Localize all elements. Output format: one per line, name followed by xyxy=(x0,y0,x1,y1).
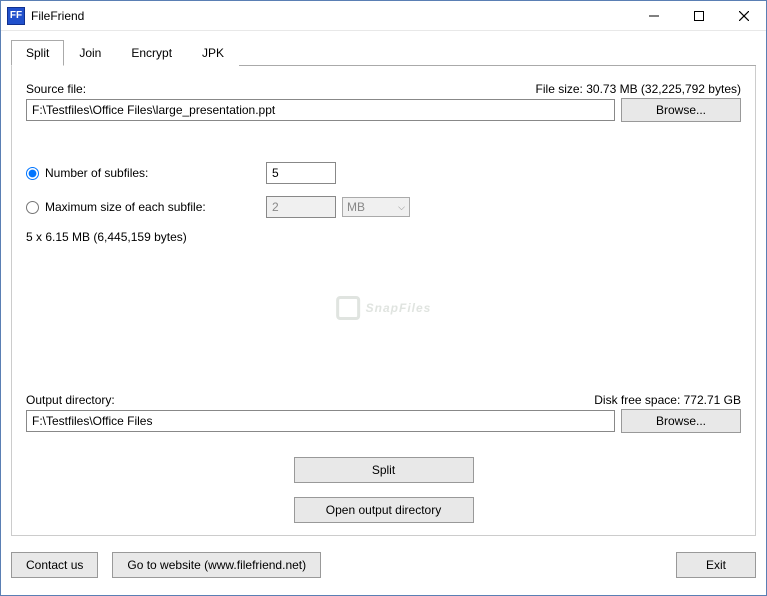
contact-button[interactable]: Contact us xyxy=(11,552,98,578)
watermark-text: SnapFiles xyxy=(366,301,432,315)
chevron-down-icon: ⌵ xyxy=(398,202,405,213)
source-file-label: Source file: xyxy=(26,82,86,96)
file-size-label: File size: 30.73 MB (32,225,792 bytes) xyxy=(536,82,741,96)
watermark-icon xyxy=(336,296,360,320)
output-dir-label: Output directory: xyxy=(26,393,115,407)
tab-bar: Split Join Encrypt JPK xyxy=(11,39,756,66)
browse-source-button[interactable]: Browse... xyxy=(621,98,741,122)
window-title: FileFriend xyxy=(31,9,631,23)
minimize-button[interactable] xyxy=(631,1,676,30)
titlebar: FF FileFriend xyxy=(1,1,766,31)
tab-encrypt[interactable]: Encrypt xyxy=(116,40,187,66)
website-button[interactable]: Go to website (www.filefriend.net) xyxy=(112,552,321,578)
split-button[interactable]: Split xyxy=(294,457,474,483)
radio-num-subfiles-label: Number of subfiles: xyxy=(45,166,148,180)
window-controls xyxy=(631,1,766,30)
close-button[interactable] xyxy=(721,1,766,30)
source-file-input[interactable] xyxy=(26,99,615,121)
split-calculation-text: 5 x 6.15 MB (6,445,159 bytes) xyxy=(26,230,741,244)
radio-max-size[interactable]: Maximum size of each subfile: xyxy=(26,200,266,214)
radio-num-subfiles[interactable]: Number of subfiles: xyxy=(26,166,266,180)
browse-output-button[interactable]: Browse... xyxy=(621,409,741,433)
radio-max-size-label: Maximum size of each subfile: xyxy=(45,200,206,214)
radio-num-subfiles-input[interactable] xyxy=(26,167,39,180)
watermark: SnapFiles xyxy=(336,296,432,320)
tab-join[interactable]: Join xyxy=(64,40,116,66)
split-panel: Source file: File size: 30.73 MB (32,225… xyxy=(11,66,756,536)
radio-max-size-input[interactable] xyxy=(26,201,39,214)
maximize-button[interactable] xyxy=(676,1,721,30)
tab-split[interactable]: Split xyxy=(11,40,64,66)
num-subfiles-input[interactable] xyxy=(266,162,336,184)
exit-button[interactable]: Exit xyxy=(676,552,756,578)
max-size-input xyxy=(266,196,336,218)
open-output-button[interactable]: Open output directory xyxy=(294,497,474,523)
app-icon: FF xyxy=(7,7,25,25)
tab-jpk[interactable]: JPK xyxy=(187,40,239,66)
max-size-unit-select: MB ⌵ xyxy=(342,197,410,217)
footer: Contact us Go to website (www.filefriend… xyxy=(1,544,766,586)
disk-space-label: Disk free space: 772.71 GB xyxy=(594,393,741,407)
max-size-unit-label: MB xyxy=(347,200,365,214)
output-dir-input[interactable] xyxy=(26,410,615,432)
